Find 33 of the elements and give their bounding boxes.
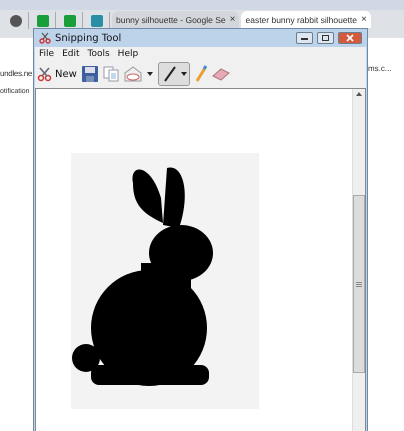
scissors-icon xyxy=(37,66,53,82)
menu-item[interactable]: Help xyxy=(118,48,138,58)
close-icon xyxy=(346,34,354,42)
site-icon[interactable] xyxy=(10,14,22,26)
caret-icon xyxy=(180,72,187,76)
copy-icon[interactable] xyxy=(102,66,119,82)
save-icon[interactable] xyxy=(82,66,98,82)
close-icon[interactable]: × xyxy=(361,14,367,25)
site-icon[interactable] xyxy=(91,14,103,26)
envelope-icon[interactable] xyxy=(124,66,142,82)
scrollbar-thumb[interactable] xyxy=(353,195,365,373)
page-text: ms.c... xyxy=(368,64,392,73)
close-button[interactable] xyxy=(338,32,362,44)
minimize-icon xyxy=(301,36,308,40)
maximize-button[interactable] xyxy=(317,32,334,44)
site-icon[interactable] xyxy=(64,14,76,26)
browser-tab[interactable]: bunny silhouette - Google Se × xyxy=(112,11,240,28)
site-icon[interactable] xyxy=(37,14,49,26)
caret-icon[interactable] xyxy=(146,72,153,76)
close-icon[interactable]: × xyxy=(230,14,236,25)
highlighter-icon[interactable] xyxy=(194,65,207,83)
maximize-icon xyxy=(322,35,329,41)
eraser-icon[interactable] xyxy=(212,67,230,81)
page-text: undles.ne xyxy=(0,69,32,78)
browser-tab[interactable]: easter bunny rabbit silhouette × xyxy=(241,11,371,28)
menu-item[interactable]: Tools xyxy=(88,48,110,58)
window-title: Snipping Tool xyxy=(55,32,122,44)
pen-button[interactable] xyxy=(158,62,190,86)
menu-item[interactable]: Edit xyxy=(62,48,80,58)
scissors-icon xyxy=(39,32,51,44)
minimize-button[interactable] xyxy=(296,32,313,44)
new-button[interactable]: New xyxy=(37,66,77,82)
menu-item[interactable]: File xyxy=(39,48,54,58)
